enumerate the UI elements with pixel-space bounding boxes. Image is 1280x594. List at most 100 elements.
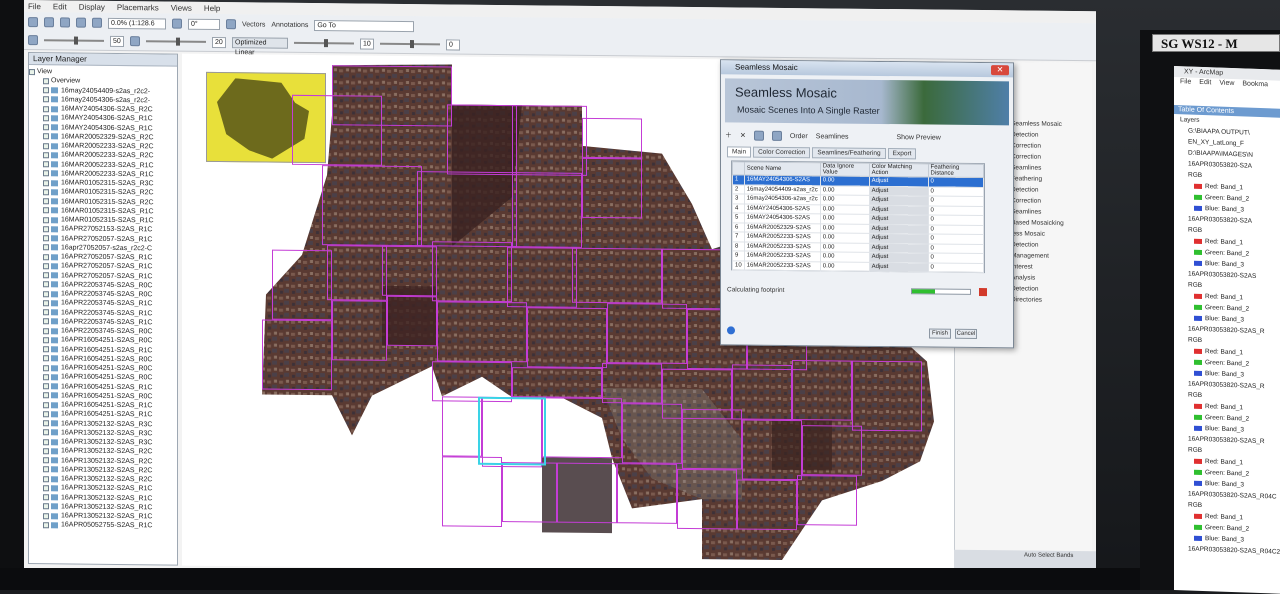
layer-item[interactable]: 16APR05052755-S2AS_R1C (29, 520, 177, 531)
layer-checkbox[interactable] (43, 115, 49, 122)
layer-checkbox[interactable] (43, 466, 49, 473)
layer-checkbox[interactable] (43, 494, 49, 501)
stop-icon[interactable] (979, 288, 987, 297)
cell-action[interactable]: Adjust (869, 195, 929, 206)
help-icon[interactable] (727, 326, 735, 335)
goto-field[interactable]: Go To (314, 19, 415, 32)
stretch-dropdown[interactable]: Optimized Linear (232, 36, 288, 56)
cell-action[interactable]: Adjust (869, 204, 929, 215)
vectors-menu[interactable]: Vectors (242, 21, 265, 28)
expand-icon[interactable] (29, 68, 35, 75)
layer-checkbox[interactable] (43, 253, 49, 260)
pan-tool-icon[interactable] (60, 17, 70, 28)
transparency-slider[interactable] (380, 42, 440, 46)
layer-checkbox[interactable] (43, 124, 49, 131)
table-row[interactable]: 10 16MAR20052233-S2AS 0.00 Adjust 0 (732, 260, 984, 273)
cancel-button[interactable]: Cancel (955, 328, 977, 339)
toolbox-item[interactable]: Detection (1011, 131, 1038, 138)
layer-checkbox[interactable] (43, 522, 49, 529)
grid-icon[interactable] (753, 130, 764, 141)
toc-row[interactable]: 16APR03053820-S2AS_R04C2 (1174, 543, 1280, 558)
layer-checkbox[interactable] (43, 512, 49, 519)
scene-grid[interactable]: Scene Name Data Ignore Value Color Matchin… (731, 160, 985, 274)
brightness-slider[interactable] (44, 39, 104, 42)
toolbox-item[interactable]: Detection (1011, 241, 1038, 248)
sharpen-field[interactable]: 10 (360, 38, 374, 50)
cell-action[interactable]: Adjust (869, 261, 929, 272)
menu-placemarks[interactable]: Placemarks (117, 2, 159, 11)
arcmap-menu-bookma[interactable]: Bookma (1242, 79, 1268, 90)
layer-checkbox[interactable] (43, 364, 49, 371)
arcmap-menu-edit[interactable]: Edit (1199, 78, 1211, 88)
brightness-field[interactable]: 50 (110, 35, 124, 47)
finish-button[interactable]: Finish (929, 328, 951, 339)
tab-color-correction[interactable]: Color Correction (753, 146, 811, 159)
sharpen-slider[interactable] (294, 41, 354, 45)
layer-checkbox[interactable] (43, 198, 49, 205)
cell-action[interactable]: Adjust (869, 176, 929, 187)
layer-checkbox[interactable] (43, 383, 49, 390)
toolbox-item[interactable]: Detection (1011, 186, 1038, 193)
angle-field[interactable]: 0° (188, 18, 220, 30)
layer-checkbox[interactable] (43, 272, 49, 279)
layer-checkbox[interactable] (43, 300, 49, 307)
toolbox-item[interactable]: Directories (1011, 296, 1042, 303)
arcmap-menu-view[interactable]: View (1219, 79, 1234, 90)
cell-action[interactable]: Adjust (869, 233, 929, 244)
toolbox-item[interactable]: Seamlines (1011, 164, 1041, 171)
zoom-tool-icon[interactable] (44, 17, 54, 28)
layer-checkbox[interactable] (43, 161, 49, 168)
toolbox-item[interactable]: Feathering (1011, 175, 1042, 182)
tab-export[interactable]: Export (887, 148, 917, 160)
toolbox-item[interactable]: Seamlines (1011, 208, 1041, 215)
layer-checkbox[interactable] (43, 105, 49, 112)
layer-checkbox[interactable] (43, 429, 49, 436)
order-menu[interactable]: Order (790, 133, 808, 140)
menu-help[interactable]: Help (204, 3, 220, 12)
dialog-titlebar[interactable]: Seamless Mosaic ✕ (721, 60, 1013, 78)
layer-checkbox[interactable] (43, 216, 49, 223)
cell-action[interactable]: Adjust (869, 252, 929, 263)
layer-checkbox[interactable] (43, 309, 49, 316)
pointer-tool-icon[interactable] (28, 17, 38, 28)
layer-icon[interactable] (226, 19, 236, 30)
layer-checkbox[interactable] (43, 281, 49, 288)
layer-checkbox[interactable] (43, 503, 49, 510)
rotate-icon[interactable] (172, 18, 182, 29)
layer-checkbox[interactable] (43, 346, 49, 353)
layer-checkbox[interactable] (43, 448, 49, 455)
contrast-field[interactable]: 20 (212, 36, 226, 48)
menu-views[interactable]: Views (171, 3, 192, 12)
toolbox-item[interactable]: Correction (1011, 197, 1041, 204)
toolbox-item[interactable]: Based Mosaicking (1011, 219, 1064, 227)
layer-checkbox[interactable] (43, 485, 49, 492)
tab-main[interactable]: Main (727, 146, 752, 158)
toolbox-item[interactable]: Analysis (1011, 274, 1035, 281)
layer-checkbox[interactable] (43, 438, 49, 445)
layer-checkbox[interactable] (43, 96, 49, 103)
remove-icon[interactable]: ✕ (740, 131, 746, 139)
toolbox-item[interactable]: Management (1011, 252, 1049, 259)
fly-tool-icon[interactable] (92, 17, 102, 28)
layer-checkbox[interactable] (43, 170, 49, 177)
toolbox-item[interactable]: Correction (1011, 142, 1041, 149)
placemark-tool-icon[interactable] (76, 17, 86, 28)
tab-seamlines-feathering[interactable]: Seamlines/Feathering (812, 147, 886, 160)
toolbox-item[interactable]: less Mosaic (1011, 230, 1045, 237)
layer-checkbox[interactable] (43, 290, 49, 297)
layer-checkbox[interactable] (43, 392, 49, 399)
show-preview-checkbox[interactable]: Show Preview (896, 134, 940, 141)
layer-checkbox[interactable] (43, 457, 49, 464)
layer-checkbox[interactable] (43, 235, 49, 242)
cell-action[interactable]: Adjust (869, 223, 929, 234)
layer-checkbox[interactable] (43, 226, 49, 233)
layer-checkbox[interactable] (43, 374, 49, 381)
layer-checkbox[interactable] (43, 87, 49, 94)
layer-checkbox[interactable] (43, 179, 49, 186)
add-icon[interactable]: ＋ (725, 130, 732, 140)
arcmap-menu-file[interactable]: File (1180, 77, 1191, 87)
contrast-slider[interactable] (146, 40, 206, 43)
layer-checkbox[interactable] (43, 189, 49, 196)
layer-checkbox[interactable] (43, 475, 49, 482)
checkbox-icon[interactable] (43, 78, 49, 85)
